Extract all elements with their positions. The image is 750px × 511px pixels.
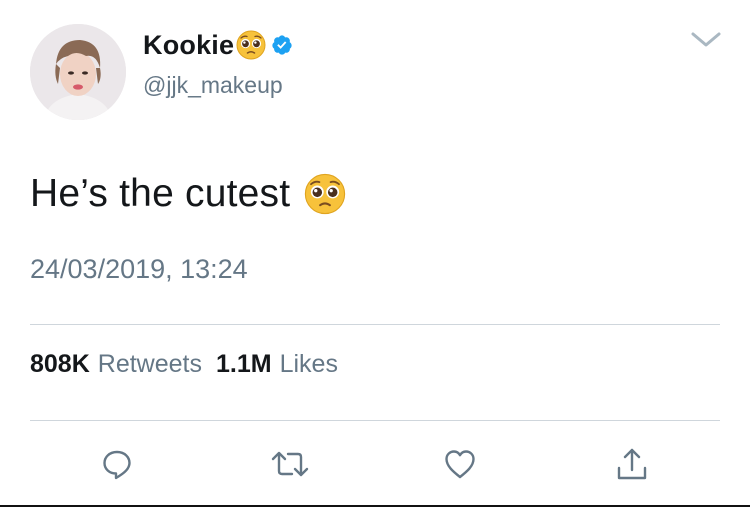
pleading-face-emoji-icon [304, 173, 346, 215]
likes-label[interactable]: Likes [280, 350, 338, 379]
retweet-button[interactable] [270, 446, 310, 486]
tweet-timestamp[interactable]: 24/03/2019, 13:24 [30, 254, 248, 285]
action-bar [0, 446, 750, 486]
likes-count[interactable]: 1.1M [216, 350, 272, 379]
name-row: Kookie [143, 28, 293, 62]
tweet-text: He’s the cutest [30, 172, 346, 216]
retweet-icon [271, 447, 309, 486]
tweet-text-content: He’s the cutest [30, 172, 291, 215]
bottom-border [0, 505, 750, 507]
verified-badge-icon [271, 34, 293, 56]
retweets-label[interactable]: Retweets [98, 350, 202, 379]
reply-button[interactable] [97, 446, 137, 486]
reply-icon [100, 447, 134, 486]
like-button[interactable] [440, 446, 480, 486]
chevron-down-icon[interactable] [690, 30, 722, 50]
divider [30, 324, 720, 325]
retweets-count[interactable]: 808K [30, 350, 90, 379]
share-icon [615, 446, 649, 487]
like-icon [443, 448, 477, 485]
user-handle[interactable]: @jjk_makeup [143, 72, 283, 99]
avatar[interactable] [30, 24, 126, 120]
divider [30, 420, 720, 421]
pleading-face-emoji-icon [236, 30, 266, 60]
tweet-card: Kookie @jjk_makeup He’s the cutest 24/03… [0, 0, 750, 511]
display-name[interactable]: Kookie [143, 30, 234, 61]
tweet-stats: 808K Retweets 1.1M Likes [30, 350, 352, 379]
share-button[interactable] [612, 446, 652, 486]
